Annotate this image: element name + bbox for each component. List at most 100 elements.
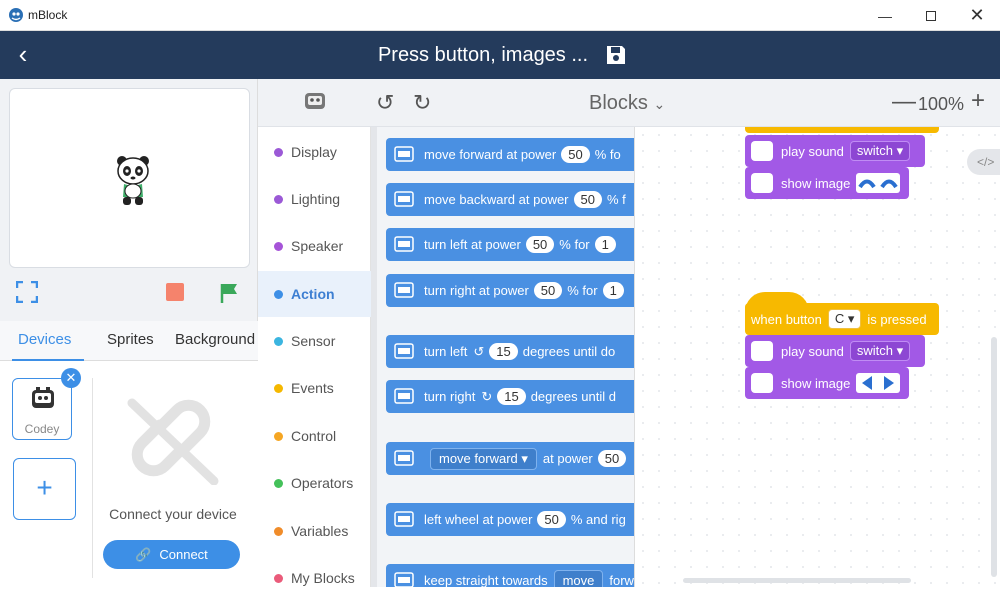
block-text: % and rig <box>570 512 626 527</box>
block-text: % for <box>559 237 590 252</box>
close-window-button[interactable]: ✕ <box>954 0 1000 31</box>
direction-dropdown[interactable]: move forward ▾ <box>430 447 537 470</box>
category-sensor[interactable]: Sensor <box>258 318 371 364</box>
maximize-button[interactable] <box>908 0 954 31</box>
power-input[interactable]: 50 <box>525 236 555 253</box>
power-input[interactable]: 50 <box>561 146 590 163</box>
category-dot <box>274 431 283 441</box>
block-text: degrees until d <box>530 389 616 404</box>
code-view-toggle[interactable]: </> <box>967 149 1000 175</box>
category-events[interactable]: Events <box>258 365 371 411</box>
tab-background[interactable]: Background <box>175 331 255 348</box>
category-lighting[interactable]: Lighting <box>258 176 371 222</box>
palette-scrollbar[interactable] <box>371 127 377 587</box>
block-text: keep straight towards <box>424 573 548 587</box>
duration-input[interactable]: 1 <box>594 236 616 253</box>
undo-button[interactable]: ↺ <box>376 92 398 114</box>
block-text: forw <box>609 573 634 587</box>
block-turn-right-power[interactable]: turn right at power 50 % for 1 <box>386 274 634 307</box>
image-preview[interactable] <box>856 173 901 193</box>
fullscreen-icon <box>15 280 39 304</box>
category-speaker[interactable]: Speaker <box>258 223 371 269</box>
sound-dropdown[interactable]: switch ▾ <box>849 341 911 361</box>
power-input[interactable]: 50 <box>537 511 566 528</box>
dropdown-value: switch <box>856 343 894 358</box>
redo-button[interactable]: ↻ <box>413 92 435 114</box>
block-turn-left-power[interactable]: turn left at power 50 % for 1 <box>386 228 634 261</box>
sound-dropdown[interactable]: switch ▾ <box>849 141 911 161</box>
block-text: is pressed <box>867 311 927 327</box>
category-dot <box>274 289 283 299</box>
category-label: Speaker <box>291 238 344 254</box>
dropdown-value: C <box>834 311 845 326</box>
block-move-backward[interactable]: move backward at power 50 % f <box>386 183 634 216</box>
mode-selector[interactable]: Blocks ⌄ <box>589 92 665 115</box>
block-turn-left-degrees[interactable]: turn left ↺ 15 degrees until do <box>386 335 634 368</box>
button-dropdown[interactable]: C ▾ <box>827 309 862 329</box>
category-variables[interactable]: Variables <box>258 508 371 554</box>
add-device-button[interactable]: + <box>13 458 76 520</box>
block-move-forward[interactable]: move forward at power 50 % fo <box>386 138 634 171</box>
category-label: Lighting <box>291 191 341 207</box>
keep-dropdown[interactable]: move <box>553 570 604 587</box>
green-flag-button[interactable] <box>219 282 241 304</box>
show-image-block[interactable]: show image <box>745 367 909 399</box>
category-dot <box>274 241 283 251</box>
codey-block-icon <box>394 236 414 252</box>
tab-devices[interactable]: Devices <box>18 331 71 348</box>
save-icon[interactable] <box>604 43 628 67</box>
fullscreen-button[interactable] <box>15 280 39 304</box>
minimize-button[interactable]: — <box>862 0 908 31</box>
codey-block-icon <box>394 450 414 466</box>
close-icon: ✕ <box>65 370 77 385</box>
degrees-input[interactable]: 15 <box>489 343 518 360</box>
category-action[interactable]: Action <box>258 271 371 317</box>
workspace-hscrollbar[interactable] <box>683 578 911 583</box>
stage-canvas[interactable] <box>9 88 250 268</box>
codey-block-icon <box>394 191 414 207</box>
block-text: % fo <box>594 147 621 162</box>
undo-icon: ↺ <box>376 90 395 115</box>
connect-button[interactable]: 🔗 Connect <box>103 540 240 569</box>
mblock-logo-icon <box>9 8 23 22</box>
zoom-in-button[interactable]: + <box>971 89 985 113</box>
category-display[interactable]: Display <box>258 129 371 175</box>
block-text: play sound <box>781 343 844 359</box>
degrees-input[interactable]: 15 <box>497 388 526 405</box>
device-card-codey[interactable]: Codey <box>12 378 72 440</box>
script-workspace[interactable]: play sound switch ▾ show image when butto… <box>635 127 1000 587</box>
power-input[interactable]: 50 <box>573 191 602 208</box>
close-icon: ✕ <box>969 5 985 25</box>
hat-block-fragment[interactable] <box>745 127 939 133</box>
power-input[interactable]: 50 <box>533 282 563 299</box>
power-input[interactable]: 50 <box>597 450 627 467</box>
block-text: move forward at power <box>424 147 557 162</box>
device-name: Codey <box>24 422 60 436</box>
zoom-level: 100% <box>918 94 965 114</box>
show-image-block[interactable]: show image <box>745 167 909 199</box>
tab-sprites[interactable]: Sprites <box>107 331 154 348</box>
zoom-out-button[interactable]: — <box>892 90 916 114</box>
block-turn-right-degrees[interactable]: turn right ↻ 15 degrees until d <box>386 380 634 413</box>
category-control[interactable]: Control <box>258 413 371 459</box>
stop-button[interactable] <box>166 283 184 301</box>
block-wheel-power[interactable]: left wheel at power 50 % and rig <box>386 503 634 536</box>
block-text: turn left <box>424 344 468 359</box>
project-title[interactable]: Press button, images ... <box>0 44 1000 67</box>
play-sound-block[interactable]: play sound switch ▾ <box>745 335 925 367</box>
remove-device-button[interactable]: ✕ <box>61 368 81 388</box>
image-preview[interactable] <box>856 373 901 393</box>
category-dot <box>274 194 283 204</box>
block-text: turn right <box>424 389 476 404</box>
block-keep-straight[interactable]: keep straight towards move forw <box>386 564 634 587</box>
window-titlebar: mBlock — ✕ <box>0 0 1000 31</box>
duration-input[interactable]: 1 <box>602 282 624 299</box>
category-my-blocks[interactable]: My Blocks <box>258 555 371 601</box>
category-operators[interactable]: Operators <box>258 460 371 506</box>
play-sound-block[interactable]: play sound switch ▾ <box>745 135 925 167</box>
when-button-pressed-block[interactable]: when button C ▾ is pressed <box>745 303 939 335</box>
block-text: % for <box>567 283 598 298</box>
block-move-direction[interactable]: move forward ▾ at power 50 <box>386 442 634 475</box>
workspace-vscrollbar[interactable] <box>991 337 997 577</box>
panda-sprite[interactable] <box>116 155 150 207</box>
